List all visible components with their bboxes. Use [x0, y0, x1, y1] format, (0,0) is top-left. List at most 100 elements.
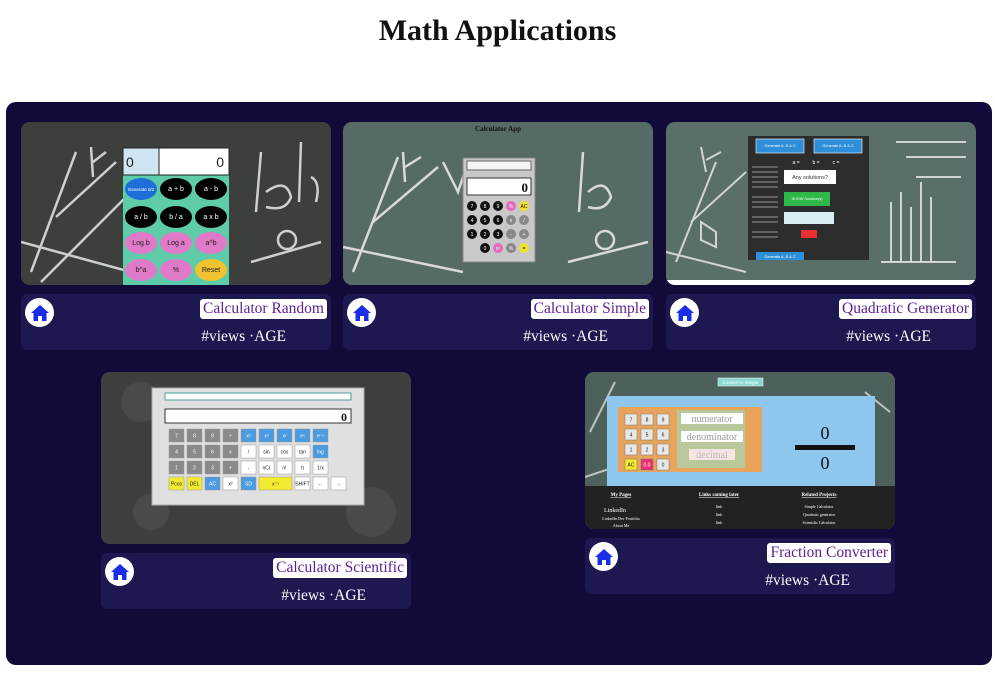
scientific-key-label: SD	[245, 482, 252, 488]
app-title-link[interactable]: Calculator Scientific	[273, 558, 407, 578]
simple-key: 6	[497, 218, 500, 224]
fraction-converter-preview: Convert to Simple numerator denominator …	[585, 372, 895, 529]
scientific-key-label: 5	[193, 450, 196, 456]
app-title-link[interactable]: Calculator Random	[200, 299, 327, 319]
fraction-key-label: 1	[630, 448, 633, 454]
fraction-numerator: 0	[821, 423, 830, 443]
random-key: a - b	[204, 186, 218, 193]
fraction-key-label: 4	[630, 433, 633, 439]
scientific-key-label: →	[336, 482, 341, 488]
footer-col3-item: Quadratic generator	[803, 512, 836, 517]
footer-col2-title: Links coming later	[699, 493, 740, 498]
scientific-key-label: 6	[211, 450, 214, 456]
app-title-link[interactable]: Fraction Converter	[767, 543, 891, 563]
app-card-calculator-scientific: 0 7 8 9 ÷ x² x³ xʸ eˣ e⁻ˣ 4 5 6 x / sin cos tan log 1 2 3 + - n…	[101, 372, 411, 609]
home-icon	[110, 563, 129, 580]
apps-panel: 0 0 Generate 0/2 a + b a - b a / b b / a…	[6, 102, 992, 665]
simple-key: %	[509, 246, 514, 252]
quad-btn: Generate A, B & C	[822, 144, 853, 148]
random-key: Reset	[202, 267, 220, 274]
app-thumbnail[interactable]: 0 0 Generate 0/2 a + b a - b a / b b / a…	[21, 122, 331, 285]
quad-label: c =	[833, 160, 840, 166]
scientific-key-label: 2	[193, 466, 196, 472]
scientific-key-label: π	[301, 466, 305, 472]
fraction-key-label: AC	[628, 463, 635, 469]
scientific-key-label: SHIFT	[295, 482, 309, 488]
app-thumbnail[interactable]: Convert to Simple numerator denominator …	[585, 372, 895, 529]
scientific-key-label: x³	[264, 434, 269, 440]
fraction-key-label: 0	[662, 463, 665, 469]
home-icon	[30, 304, 49, 321]
simple-key: 5	[484, 218, 487, 224]
app-title-link[interactable]: Quadratic Generator	[839, 299, 972, 319]
simple-key: AC	[521, 204, 528, 210]
app-meta: #views ·AGE	[201, 328, 286, 345]
simple-key: 2	[484, 232, 487, 238]
simple-key: 4	[471, 218, 474, 224]
random-key: Generate 0/2	[128, 187, 155, 192]
fraction-key-label: 3	[662, 448, 665, 454]
quad-label: a =	[792, 160, 799, 166]
footer-col2-item: link	[716, 512, 722, 517]
home-button[interactable]	[105, 557, 134, 586]
home-button[interactable]	[347, 298, 376, 327]
scientific-key-label: 3	[211, 466, 214, 472]
app-info: Fraction Converter #views ·AGE	[585, 538, 895, 594]
app-card-calculator-random: 0 0 Generate 0/2 a + b a - b a / b b / a…	[21, 122, 331, 350]
random-key: a x b	[203, 214, 218, 221]
app-card-fraction-converter: Convert to Simple numerator denominator …	[585, 372, 895, 594]
fraction-key-label: 9	[662, 418, 665, 424]
random-key: a^b	[205, 240, 216, 247]
app-meta: #views ·AGE	[523, 328, 608, 345]
app-thumbnail[interactable]: Calculator App 0 7 8 9 % AC 4 5 6 x / 1	[343, 122, 653, 285]
footer-col1-item: About Me	[613, 523, 630, 528]
quad-label: b =	[812, 160, 819, 166]
simple-key: %	[509, 204, 514, 210]
fraction-field: numerator	[691, 414, 733, 425]
app-title-link[interactable]: Calculator Simple	[530, 299, 649, 319]
scientific-key-label: x²	[228, 482, 233, 488]
calculator-scientific-preview: 0 7 8 9 ÷ x² x³ xʸ eˣ e⁻ˣ4 5 6 x / sin cos tan log1 2 3 + - n…	[101, 372, 411, 544]
scientific-key-label: 4	[175, 450, 178, 456]
home-button[interactable]	[670, 298, 699, 327]
footer-col2-item: link	[716, 520, 722, 525]
scientific-display: 0	[341, 410, 347, 424]
app-meta: #views ·AGE	[281, 587, 366, 604]
calculator-random-preview: 0 0 Generate 0/2 a + b a - b a / b b / a…	[21, 122, 331, 285]
scientific-key-label: cos	[281, 450, 289, 456]
app-thumbnail[interactable]: 0 7 8 9 ÷ x² x³ xʸ eˣ e⁻ˣ 4 5 6 x / sin cos tan log 1 2 3 + - n…	[101, 372, 411, 544]
footer-col2-item: link	[716, 504, 722, 509]
footer-col1-title: My Pages	[611, 493, 632, 498]
random-display-a: 0	[126, 154, 134, 170]
simple-key: +	[523, 232, 526, 238]
scientific-key-label: nCr	[262, 466, 270, 472]
fraction-top-button: Convert to Simple	[723, 380, 759, 385]
quad-btn: Generate A, B & C	[764, 144, 795, 148]
home-button[interactable]	[25, 298, 54, 327]
scientific-key-label: Pcos	[171, 482, 183, 488]
footer-col1-item: LinkedIn	[604, 508, 626, 514]
fraction-key-label: 8	[646, 418, 649, 424]
app-meta: #views ·AGE	[765, 572, 850, 589]
app-thumbnail[interactable]: Generate A, B & C Generate A, B & C a = …	[666, 122, 976, 285]
app-info: Quadratic Generator #views ·AGE	[666, 294, 976, 350]
random-display-b: 0	[216, 154, 224, 170]
fraction-key-label: 5	[646, 433, 649, 439]
quad-btn: SHOW Solution(s)	[791, 197, 823, 201]
simple-key: 8	[484, 204, 487, 210]
app-card-calculator-simple: Calculator App 0 7 8 9 % AC 4 5 6 x / 1	[343, 122, 653, 350]
app-info: Calculator Simple #views ·AGE	[343, 294, 653, 350]
fraction-denominator: 0	[821, 453, 830, 473]
scientific-key-label: 9	[211, 434, 214, 440]
home-button[interactable]	[589, 542, 618, 571]
simple-display: 0	[522, 180, 529, 195]
footer-col1-item: LinkedIn Dev Portfolio	[602, 516, 640, 521]
scientific-key-label: +	[229, 466, 232, 472]
simple-header: Calculator App	[475, 125, 521, 133]
fraction-field: decimal	[696, 450, 728, 461]
simple-key: 0	[484, 246, 487, 252]
footer-col3-title: Related Projects	[801, 493, 836, 498]
fraction-field: denominator	[687, 432, 738, 443]
fraction-key-label: 6	[662, 433, 665, 439]
scientific-key-label: tan	[299, 450, 306, 456]
